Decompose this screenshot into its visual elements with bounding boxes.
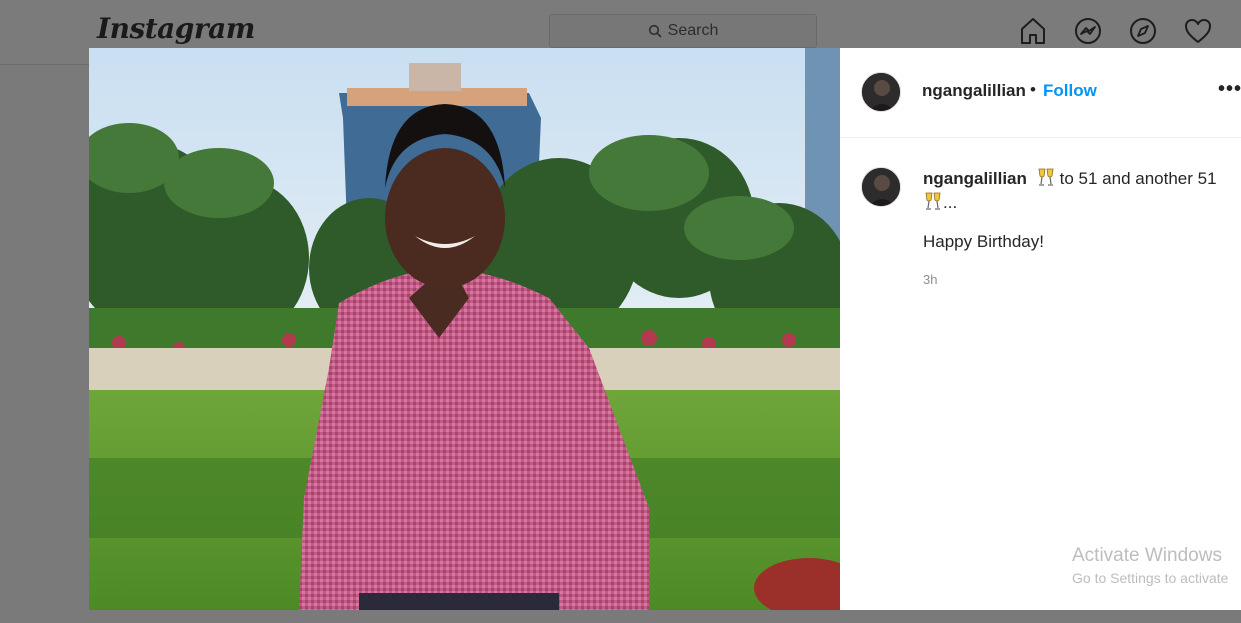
post-timestamp[interactable]: 3h (923, 272, 937, 287)
watermark-subtitle: Go to Settings to activate (1072, 570, 1229, 586)
watermark-title: Activate Windows (1072, 545, 1222, 566)
caption-text: to 51 and another 51 (1059, 169, 1217, 188)
instagram-logo[interactable]: Instagram (97, 12, 255, 45)
post-caption: ngangalillian to 51 and another 51 ... (923, 167, 1233, 215)
explore-icon[interactable] (1128, 16, 1158, 46)
post-author-username[interactable]: ngangalillian (922, 81, 1026, 101)
avatar[interactable] (861, 72, 901, 112)
search-icon (648, 24, 662, 38)
home-icon[interactable] (1018, 16, 1048, 46)
caption-ellipsis[interactable]: ... (943, 193, 957, 212)
clinking-glasses-icon (925, 192, 941, 210)
more-options-icon[interactable]: ••• (1218, 78, 1241, 101)
post-details-panel: ngangalillian • Follow ••• ngangalillian… (840, 48, 1241, 610)
windows-activation-watermark: Activate Windows Go to Settings to activ… (1072, 545, 1228, 586)
separator-dot: • (1030, 80, 1036, 99)
post-header: ngangalillian • Follow ••• (840, 48, 1241, 138)
activity-heart-icon[interactable] (1183, 16, 1213, 46)
post-image[interactable] (89, 48, 840, 610)
search-placeholder: Search (667, 22, 719, 39)
follow-button[interactable]: Follow (1043, 81, 1097, 101)
caption-avatar[interactable] (861, 167, 901, 207)
clinking-glasses-icon (1038, 168, 1054, 186)
caption-username[interactable]: ngangalillian (923, 169, 1027, 188)
caption-second-line: Happy Birthday! (923, 232, 1044, 251)
search-box[interactable]: Search (549, 14, 817, 48)
messenger-icon[interactable] (1073, 16, 1103, 46)
